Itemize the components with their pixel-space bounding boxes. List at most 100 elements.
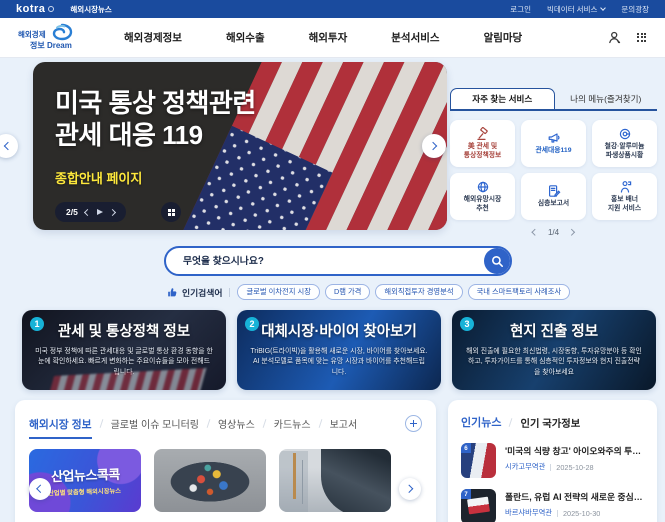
search-bar <box>164 246 512 276</box>
tile-us-tariff-policy[interactable]: 美 관세 및 통상정책정보 <box>450 120 515 167</box>
nav-items: 해외경제정보 해외수출 해외투자 분석서비스 알림마당 <box>124 30 522 45</box>
news-thumbnail-products-image[interactable] <box>154 449 266 512</box>
bigdata-service-link[interactable]: 빅데이터 서비스 <box>547 4 605 15</box>
nav-item-overseas-investment[interactable]: 해외투자 <box>309 30 348 45</box>
kotra-logo[interactable]: kotra <box>16 3 54 15</box>
nav-item-notice[interactable]: 알림마당 <box>484 30 523 45</box>
tab-report[interactable]: 보고서 <box>330 416 358 431</box>
divider <box>550 464 551 471</box>
news-item-body: 폴란드, 유럽 AI 전략의 새로운 중심지로 부상 바르샤바무역관 2025-… <box>505 489 644 522</box>
keyword-tag[interactable]: D램 가격 <box>325 284 370 300</box>
tile-label: 美 관세 및 통상정책정보 <box>464 143 502 161</box>
pager-prev-icon[interactable] <box>533 229 539 235</box>
user-icon[interactable] <box>608 31 621 44</box>
search-button[interactable] <box>484 248 510 274</box>
more-plus-button[interactable] <box>405 415 422 432</box>
feature-card-title: 대체시장·바이어 찾아보기 <box>237 320 441 341</box>
hero-prev-button[interactable] <box>0 134 18 158</box>
news-thumbnail-shipyard-image[interactable] <box>279 449 391 512</box>
news-meta: 바르샤바무역관 2025-10-30 <box>505 508 644 518</box>
news-thumbnail-flag-image: 7 <box>461 489 496 522</box>
site-label[interactable]: 해외시장뉴스 <box>70 4 111 15</box>
feature-card-desc: 해외 진출에 필요한 최신법령, 시장동향, 투자유망분야 등 확인하고, 투자… <box>452 347 656 378</box>
pager-next-icon[interactable] <box>568 229 574 235</box>
tab-my-menu[interactable]: 나의 메뉴(즐겨찾기) <box>555 88 658 109</box>
news-title: 폴란드, 유럽 AI 전략의 새로운 중심지로 부상 <box>505 490 644 503</box>
popular-news-card: 인기뉴스 인기 국가정보 6 '미국의 식량 창고' 아이오와주의 투자 기회 … <box>448 400 657 522</box>
nav-item-overseas-economy[interactable]: 해외경제정보 <box>124 30 182 45</box>
hero-banner[interactable]: 미국 통상 정책관련 관세 대응 119 종합안내 페이지 2/5 <box>33 62 447 230</box>
quick-service-tiles: 美 관세 및 통상정책정보 관세대응119 철강·알루미늄 파생상품시황 해외유… <box>450 120 657 220</box>
keyword-tag[interactable]: 국내 스마트팩토리 사례조사 <box>468 284 571 300</box>
topbar-links: 로그인 빅데이터 서비스 문의광장 <box>510 4 649 15</box>
feature-card-title: 현지 진출 정보 <box>452 320 656 341</box>
news-thumbnail-flag-image: 6 <box>461 443 496 478</box>
divider <box>229 288 230 297</box>
tab-card-news[interactable]: 카드뉴스 <box>274 416 311 431</box>
thumbnails-prev-button[interactable] <box>29 478 51 500</box>
tile-banner-support[interactable]: 홍보 배너 지원 서비스 <box>592 173 657 220</box>
thumbnails-next-button[interactable] <box>399 478 421 500</box>
login-link[interactable]: 로그인 <box>510 4 531 15</box>
tile-label: 심층보고서 <box>538 200 569 209</box>
kotra-logo-ring-icon <box>48 6 54 12</box>
keyword-tag[interactable]: 글로벌 이차전지 시장 <box>237 284 319 300</box>
tile-promising-markets[interactable]: 해외유망시장 추천 <box>450 173 515 220</box>
chevron-right-icon <box>428 142 436 150</box>
top-utility-bar: kotra 해외시장뉴스 로그인 빅데이터 서비스 문의광장 <box>0 0 665 18</box>
news-list-item[interactable]: 6 '미국의 식량 창고' 아이오와주의 투자 기회 시카고무역관 2025-1… <box>461 443 644 478</box>
rank-badge: 6 <box>461 443 471 453</box>
news-date: 2025-10-28 <box>556 463 593 472</box>
hero-next-button[interactable] <box>422 134 446 158</box>
carousel-prev-icon[interactable] <box>84 208 91 215</box>
tab-video-news[interactable]: 영상뉴스 <box>218 416 255 431</box>
report-icon <box>547 184 561 198</box>
all-menu-grid-icon[interactable] <box>637 33 647 43</box>
feature-card-alt-market[interactable]: 2 대체시장·바이어 찾아보기 TriBIG(트라이빅)을 활용해 새로운 시장… <box>237 310 441 390</box>
nav-item-overseas-export[interactable]: 해외수출 <box>226 30 265 45</box>
dream-logo[interactable]: 해외경제 정보 Dream <box>16 23 90 53</box>
nav-item-analysis-service[interactable]: 분석서비스 <box>391 30 439 45</box>
tab-frequent-services[interactable]: 자주 찾는 서비스 <box>450 88 555 109</box>
popular-keywords-label: 인기검색어 <box>167 286 222 299</box>
tab-global-issue-monitoring[interactable]: 글로벌 이슈 모니터링 <box>111 416 199 431</box>
inquiry-link[interactable]: 문의광장 <box>621 4 649 15</box>
tab-separator <box>99 419 103 428</box>
hero-title-line1: 미국 통상 정책관련 <box>55 88 256 120</box>
keyword-tag[interactable]: 해외직접투자 경영분석 <box>375 284 462 300</box>
tab-separator <box>262 419 266 428</box>
quick-services-panel: 자주 찾는 서비스 나의 메뉴(즐겨찾기) 美 관세 및 통상정책정보 관세대응… <box>450 88 657 237</box>
tile-tariff-response-119[interactable]: 관세대응119 <box>521 120 586 167</box>
carousel-play-icon[interactable] <box>97 209 103 215</box>
feature-card-tariff-info[interactable]: 1 관세 및 통상정책 정보 미국 정부 정책에 따른 관세대응 및 글로벌 통… <box>22 310 226 390</box>
dream-logo-line1: 해외경제 <box>18 29 46 40</box>
tab-popular-country-info[interactable]: 인기 국가정보 <box>520 415 580 430</box>
tab-separator <box>318 419 322 428</box>
main-nav: 해외경제 정보 Dream 해외경제정보 해외수출 해외투자 분석서비스 알림마… <box>0 18 665 58</box>
banner-person-icon <box>618 180 632 194</box>
feature-card-title: 관세 및 통상정책 정보 <box>22 320 226 341</box>
thumbnail-subtitle: 산업별 맞춤형 해외시장뉴스 <box>48 486 121 498</box>
hero-slide-list-button[interactable] <box>161 202 181 222</box>
tile-indepth-report[interactable]: 심층보고서 <box>521 173 586 220</box>
popular-keyword-tags: 글로벌 이차전지 시장 D램 가격 해외직접투자 경영분석 국내 스마트팩토리 … <box>237 284 570 300</box>
tile-label: 해외유망시장 추천 <box>464 196 502 214</box>
divider <box>557 510 558 517</box>
feature-card-local-entry[interactable]: 3 현지 진출 정보 해외 진출에 필요한 최신법령, 시장동향, 투자유망분야… <box>452 310 656 390</box>
tile-steel-aluminum-derivatives[interactable]: 철강·알루미늄 파생상품시황 <box>592 120 657 167</box>
tile-label: 홍보 배너 지원 서비스 <box>608 196 641 214</box>
megaphone-icon <box>547 131 561 145</box>
quick-services-pager: 1/4 <box>450 228 657 237</box>
news-item-body: '미국의 식량 창고' 아이오와주의 투자 기회 시카고무역관 2025-10-… <box>505 443 644 478</box>
tab-popular-news[interactable]: 인기뉴스 <box>461 414 501 430</box>
search-input[interactable] <box>164 246 512 276</box>
news-list-item[interactable]: 7 폴란드, 유럽 AI 전략의 새로운 중심지로 부상 바르샤바무역관 202… <box>461 489 644 522</box>
popular-keywords-row: 인기검색어 글로벌 이차전지 시장 D램 가격 해외직접투자 경영분석 국내 스… <box>167 284 570 300</box>
market-info-tabs: 해외시장 정보 글로벌 이슈 모니터링 영상뉴스 카드뉴스 보고서 <box>29 415 422 432</box>
rank-badge: 7 <box>461 489 471 499</box>
search-icon <box>491 255 504 268</box>
carousel-next-icon[interactable] <box>109 208 116 215</box>
news-source: 시카고무역관 <box>505 462 545 472</box>
quick-services-tabs: 자주 찾는 서비스 나의 메뉴(즐겨찾기) <box>450 88 657 111</box>
tab-overseas-market-info[interactable]: 해외시장 정보 <box>29 416 92 432</box>
